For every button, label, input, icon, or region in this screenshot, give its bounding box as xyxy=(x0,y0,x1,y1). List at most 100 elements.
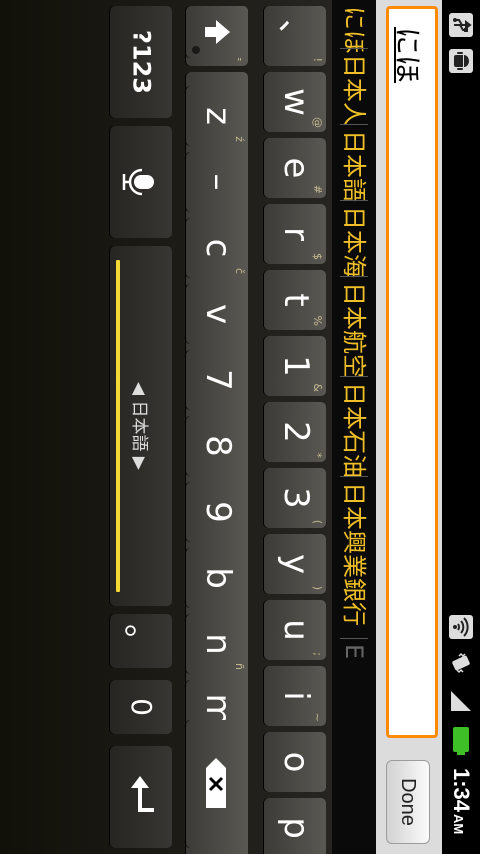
row1-key-11[interactable]: o xyxy=(264,732,326,792)
period-key[interactable]: 。 xyxy=(110,614,172,668)
key-label: t xyxy=(275,293,316,307)
landscape-ui: 1:34AM にほ Done にほ 日本人 日本語 日本海 日本航空 日本石油 … xyxy=(0,0,480,854)
enter-arrow-icon xyxy=(131,776,154,812)
key-label: z xyxy=(197,107,238,125)
wifi-icon xyxy=(446,612,476,642)
row3-key-8[interactable]: nñ xyxy=(186,614,248,674)
language-indicator xyxy=(116,260,120,592)
android-debug-icon xyxy=(446,46,476,76)
key-alt-label: # xyxy=(311,184,324,194)
microphone-icon xyxy=(122,168,154,196)
battery-icon xyxy=(446,724,476,758)
row3-key-3[interactable]: v xyxy=(186,284,248,344)
key-label: b xyxy=(197,567,238,589)
row3-key-5[interactable]: 8 xyxy=(186,416,248,476)
key-label: 7 xyxy=(197,369,238,391)
row1-key-1[interactable]: w @ xyxy=(264,72,326,132)
backspace-icon xyxy=(206,758,226,808)
done-button[interactable]: Done xyxy=(386,760,430,844)
key-alt-label: @ xyxy=(311,117,324,128)
row1-key-9[interactable]: u; xyxy=(264,600,326,660)
key-label: i xyxy=(275,691,316,701)
candidate-divider xyxy=(340,638,368,639)
key-label: 8 xyxy=(197,435,238,457)
key-alt-label: ; xyxy=(311,652,324,656)
key-alt-label: ~ xyxy=(311,712,324,722)
candidate-divider xyxy=(340,200,368,201)
signal-icon xyxy=(446,686,476,716)
candidate-divider xyxy=(340,124,368,125)
shift-arrow-icon xyxy=(192,20,230,54)
candidate-0[interactable]: にほ xyxy=(336,6,372,54)
key-alt-label: * xyxy=(311,452,324,459)
space-key[interactable]: ◀ 日本語 ▶ xyxy=(110,246,172,606)
key-alt-label: ) xyxy=(311,585,324,590)
key-alt-label: ñ xyxy=(233,663,246,670)
key-alt-label: & xyxy=(311,383,324,392)
key-label: c xyxy=(197,238,238,258)
candidate-4[interactable]: 日本航空 xyxy=(336,282,372,378)
candidate-divider xyxy=(340,476,368,477)
key-label: y xyxy=(275,553,316,575)
candidate-divider xyxy=(340,276,368,277)
row1-key-4[interactable]: t% xyxy=(264,270,326,330)
symbols-key[interactable]: ?123 xyxy=(110,6,172,118)
row1-key-6[interactable]: 2 * xyxy=(264,402,326,462)
vibrate-icon xyxy=(446,648,476,678)
candidate-3[interactable]: 日本海 xyxy=(336,206,372,278)
key-label: v xyxy=(197,303,238,325)
row3-key-4[interactable]: 7 xyxy=(186,350,248,410)
key-label: w xyxy=(275,88,316,116)
text-input[interactable]: にほ xyxy=(386,6,438,738)
key-label: o xyxy=(275,751,316,773)
key-alt-label: ( xyxy=(311,519,324,524)
key-alt-label: % xyxy=(311,315,324,326)
status-bar: 1:34AM xyxy=(442,0,480,854)
candidate-6[interactable]: 日本興業銀行 xyxy=(336,482,372,626)
key-label: 1 xyxy=(275,355,316,377)
row1-key-3[interactable]: r $ xyxy=(264,204,326,264)
row3-key-6[interactable]: 9 xyxy=(186,482,248,542)
row3-key-1[interactable]: – xyxy=(186,152,248,212)
key-label: r xyxy=(275,227,316,241)
row1-key-10[interactable]: i ~ xyxy=(264,666,326,726)
backspace-key[interactable] xyxy=(186,720,248,848)
soft-keyboard: 、!w@e#r$t%1&2*3(y)u;i~opa=s"d'f+g-4/5:6:… xyxy=(0,0,332,854)
key-label: n xyxy=(197,633,238,655)
row1-key-2[interactable]: e # xyxy=(264,138,326,198)
candidate-divider xyxy=(340,376,368,377)
candidate-divider xyxy=(340,48,368,49)
key-label: 2 xyxy=(275,421,316,443)
candidate-7[interactable]: E xyxy=(336,644,372,659)
row1-key-5[interactable]: 1 & xyxy=(264,336,326,396)
input-composing-text: にほ xyxy=(391,27,424,84)
key-alt-label: ź xyxy=(233,136,246,142)
key-alt-label: ! xyxy=(311,57,324,62)
zero-key[interactable]: 0 xyxy=(110,680,172,734)
enter-key[interactable] xyxy=(110,746,172,848)
row3-key-2[interactable]: cč xyxy=(186,218,248,278)
key-label: u xyxy=(275,619,316,641)
row3-key-7[interactable]: b xyxy=(186,548,248,608)
voice-input-key[interactable] xyxy=(110,126,172,238)
row1-key-12[interactable]: p xyxy=(264,798,326,854)
status-clock: 1:34AM xyxy=(449,768,474,835)
candidate-2[interactable]: 日本語 xyxy=(336,130,372,202)
key-label: e xyxy=(275,157,316,179)
key-label: p xyxy=(275,817,316,839)
key-label: – xyxy=(197,173,238,191)
usb-icon xyxy=(446,10,476,40)
shift-key[interactable] xyxy=(186,6,248,58)
row1-key-0[interactable]: 、! xyxy=(264,6,326,66)
key-label: 3 xyxy=(275,487,316,509)
candidate-bar: にほ 日本人 日本語 日本海 日本航空 日本石油 日本興業銀行 E xyxy=(332,0,376,854)
text-entry-area: にほ Done xyxy=(376,0,442,854)
row1-key-7[interactable]: 3( xyxy=(264,468,326,528)
row1-key-8[interactable]: y) xyxy=(264,534,326,594)
candidate-1[interactable]: 日本人 xyxy=(336,54,372,126)
key-alt-label: $ xyxy=(311,253,324,260)
candidate-5[interactable]: 日本石油 xyxy=(336,382,372,478)
screen: 1:34AM にほ Done にほ 日本人 日本語 日本海 日本航空 日本石油 … xyxy=(0,0,480,854)
key-alt-label: č xyxy=(233,267,246,274)
row3-key-0[interactable]: zź xyxy=(186,86,248,146)
